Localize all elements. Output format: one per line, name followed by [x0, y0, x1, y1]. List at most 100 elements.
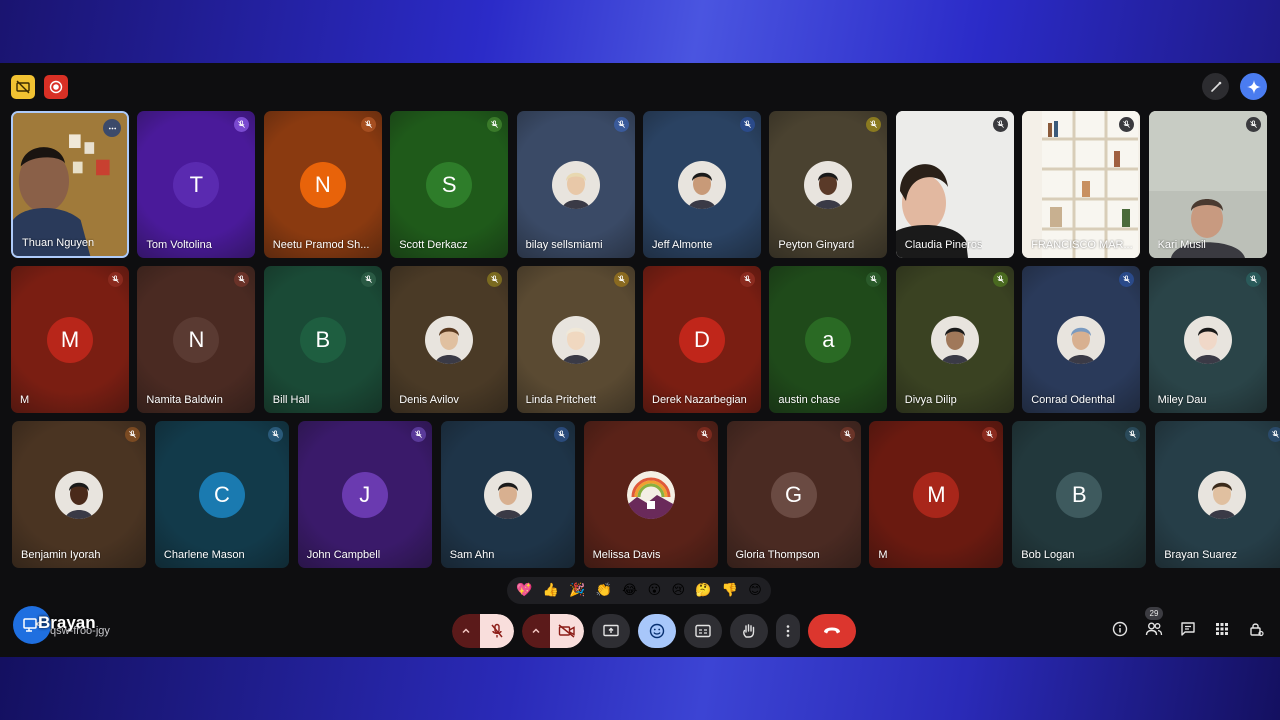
participant-tile[interactable]: B Bob Logan	[1012, 421, 1147, 568]
meet-window: Thuan Nguyen T Tom Voltolina N Neetu Pramod …	[0, 63, 1280, 657]
top-left-indicators	[11, 75, 68, 99]
participant-tile[interactable]: Miley Dau	[1148, 266, 1267, 413]
activities-grid-icon[interactable]	[1212, 619, 1232, 639]
more-options-icon[interactable]	[776, 614, 800, 648]
chat-icon[interactable]	[1178, 619, 1198, 639]
participant-name: Tom Voltolina	[146, 239, 212, 251]
participant-name: Bob Logan	[1021, 549, 1075, 561]
participant-name: Linda Pritchett	[525, 394, 596, 406]
reaction-emoji[interactable]: 👍	[543, 584, 559, 597]
avatar-initial: T	[173, 161, 220, 208]
mic-muted-icon	[108, 272, 123, 287]
participant-name: Brayan Suarez	[1164, 549, 1237, 561]
avatar-photo	[1198, 470, 1247, 519]
camera-control-group	[522, 614, 584, 648]
gemini-sparkle-icon[interactable]	[1240, 73, 1267, 100]
participant-tile[interactable]: B Bill Hall	[263, 266, 382, 413]
avatar-photo	[1057, 315, 1106, 364]
mic-options-chevron-icon[interactable]	[452, 614, 480, 648]
participant-tile[interactable]: Conrad Odenthal	[1022, 266, 1141, 413]
participant-tile[interactable]: Divya Dilip	[895, 266, 1014, 413]
camera-options-chevron-icon[interactable]	[522, 614, 550, 648]
tile-options-icon[interactable]	[103, 119, 121, 137]
reaction-emoji[interactable]: 😊	[748, 584, 762, 597]
participant-tile[interactable]: Brayan Suarez	[1155, 421, 1280, 568]
participant-tile[interactable]: Peyton Ginyard	[769, 111, 888, 258]
reaction-emoji[interactable]: 💖	[516, 584, 532, 597]
participant-tile[interactable]: Thuan Nguyen	[11, 111, 129, 258]
send-reaction-button[interactable]	[638, 614, 676, 648]
mic-muted-icon	[360, 272, 376, 287]
reaction-emoji[interactable]: 👎	[722, 584, 738, 597]
avatar-initial: B	[299, 316, 346, 363]
people-icon[interactable]: 29	[1144, 607, 1164, 639]
mic-muted-icon	[1268, 427, 1280, 442]
participant-name: Denis Avilov	[399, 394, 459, 406]
reaction-emoji[interactable]: 😮	[648, 584, 662, 597]
participant-tile[interactable]: MM	[869, 421, 1004, 568]
participant-tile[interactable]: N Namita Baldwin	[137, 266, 256, 413]
participant-tile[interactable]: S Scott Derkacz	[390, 111, 509, 258]
mic-muted-icon	[1245, 117, 1261, 132]
captions-off-icon[interactable]	[11, 75, 35, 99]
participant-tile[interactable]: bilay sellsmiami	[516, 111, 635, 258]
participant-tile[interactable]: T Tom Voltolina	[137, 111, 256, 258]
avatar-initial: M	[47, 316, 93, 363]
participant-tile[interactable]: G Gloria Thompson	[726, 421, 861, 568]
participant-name: FRANCISCO MAR...	[1031, 239, 1133, 251]
avatar-photo	[551, 160, 600, 209]
participant-name: bilay sellsmiami	[525, 239, 603, 251]
participant-tile[interactable]: Melissa Davis	[583, 421, 718, 568]
participant-tile[interactable]: Jeff Almonte	[643, 111, 761, 258]
present-screen-button[interactable]	[592, 614, 630, 648]
mic-muted-icon	[696, 427, 712, 442]
right-panel-icons: 29	[1110, 607, 1266, 639]
reaction-emoji[interactable]: 😂	[622, 584, 637, 597]
participant-name: austin chase	[778, 394, 841, 406]
mic-muted-icon	[613, 272, 629, 287]
participant-tile[interactable]: Denis Avilov	[390, 266, 509, 413]
reaction-emoji[interactable]: 👏	[596, 584, 612, 597]
participant-tile[interactable]: Sam Ahn	[440, 421, 575, 568]
participant-tile[interactable]: MM	[11, 266, 129, 413]
participant-tile[interactable]: J John Campbell	[297, 421, 432, 568]
participant-tile[interactable]: Benjamin Iyorah	[12, 421, 146, 568]
mic-muted-icon	[992, 117, 1008, 132]
leave-call-button[interactable]	[808, 614, 856, 648]
mic-muted-icon	[740, 117, 755, 132]
avatar-photo	[551, 315, 600, 364]
avatar-initial: G	[770, 471, 817, 518]
mic-muted-icon	[487, 272, 503, 287]
camera-off-button[interactable]	[550, 614, 584, 648]
avatar-initial: N	[299, 161, 346, 208]
reaction-emoji[interactable]: 🎉	[569, 584, 585, 597]
participant-tile[interactable]: C Charlene Mason	[154, 421, 289, 568]
participant-name: Namita Baldwin	[146, 394, 223, 406]
participant-tile[interactable]: Linda Pritchett	[516, 266, 635, 413]
mic-muted-icon	[866, 272, 882, 287]
mic-off-button[interactable]	[480, 614, 514, 648]
avatar-logo	[626, 470, 675, 519]
participant-tile[interactable]: Claudia Pineros	[895, 111, 1014, 258]
participant-name: Kari Musil	[1157, 239, 1206, 251]
reaction-emoji[interactable]: 🤔	[695, 584, 711, 597]
participant-name: Claudia Pineros	[904, 239, 983, 251]
edit-effects-icon[interactable]	[1202, 73, 1229, 100]
participant-name: Peyton Ginyard	[778, 239, 855, 251]
participant-tile[interactable]: FRANCISCO MAR...	[1022, 111, 1141, 258]
reaction-emoji[interactable]: 😢	[671, 584, 685, 597]
captions-button[interactable]	[684, 614, 722, 648]
info-icon[interactable]	[1110, 619, 1130, 639]
mic-muted-icon	[360, 117, 376, 132]
avatar-photo	[678, 160, 726, 209]
raise-hand-button[interactable]	[730, 614, 768, 648]
recording-icon[interactable]	[44, 75, 68, 99]
participant-tile[interactable]: a austin chase	[769, 266, 888, 413]
mic-control-group	[452, 614, 514, 648]
participant-name: Thuan Nguyen	[22, 237, 95, 249]
participant-tile[interactable]: N Neetu Pramod Sh...	[263, 111, 382, 258]
participant-tile[interactable]: Kari Musil	[1148, 111, 1267, 258]
host-controls-lock-icon[interactable]	[1246, 619, 1266, 639]
participant-tile[interactable]: D Derek Nazarbegian	[643, 266, 761, 413]
video-feed	[895, 111, 1014, 258]
